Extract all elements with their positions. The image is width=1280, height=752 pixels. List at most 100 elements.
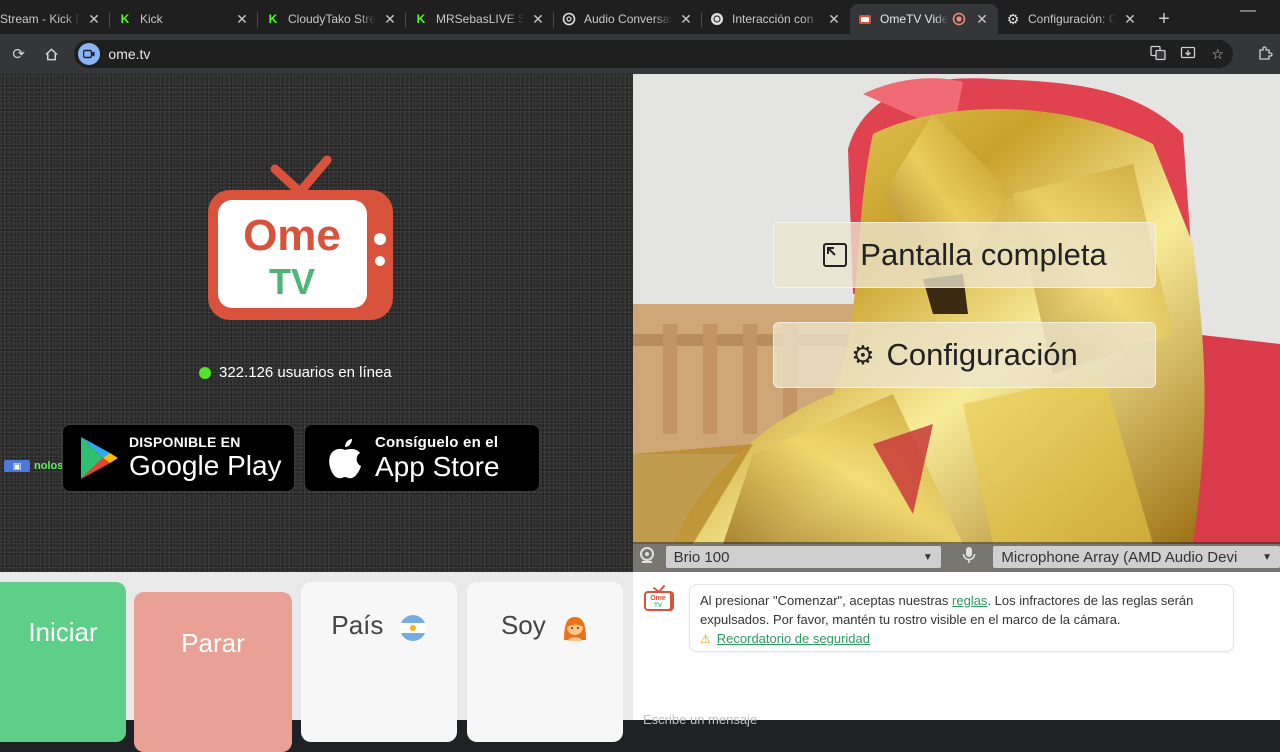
recording-icon — [952, 12, 966, 26]
online-count: 322.126 usuarios en línea — [199, 364, 392, 381]
app-store-badge[interactable]: Consíguelo en el App Store — [304, 424, 540, 492]
extensions-puzzle-icon[interactable] — [1251, 39, 1280, 69]
ometv-chat-avatar-icon: Ome TV — [644, 585, 674, 611]
logo-tv-text: TV — [269, 261, 315, 302]
tab-audio-conversation[interactable]: Audio Conversat ✕ — [554, 4, 702, 34]
close-icon[interactable]: ✕ — [86, 11, 102, 28]
fullscreen-icon — [823, 243, 848, 267]
openai-icon — [562, 12, 576, 26]
tab-interaccion[interactable]: Interacción con ✕ — [702, 4, 850, 34]
ometv-logo: Ome TV — [208, 155, 393, 320]
app-store-small-text: Consíguelo en el — [375, 433, 499, 451]
gear-icon: ⚙ — [1006, 10, 1020, 27]
reload-icon[interactable]: ⟳ — [4, 39, 33, 69]
camera-select-value: Brio 100 — [673, 548, 730, 566]
tab-ometv[interactable]: OmeTV Vide ✕ — [850, 4, 998, 34]
site-info-icon[interactable] — [78, 43, 101, 65]
online-status-dot — [199, 366, 211, 379]
start-label: Iniciar — [28, 616, 98, 647]
online-count-text: 322.126 usuarios en línea — [219, 364, 392, 381]
tab-mrsebaslive[interactable]: K MRSebasLIVE St ✕ — [406, 4, 554, 34]
logo-ome-text: Ome — [243, 211, 341, 260]
rules-text-before: Al presionar "Comenzar", aceptas nuestra… — [700, 593, 953, 608]
tab-title: Stream - Kick Da — [0, 12, 80, 26]
browser-toolbar: ⟳ ome.tv ☆ — [0, 34, 1280, 74]
device-selector-bar: Brio 100 ▼ Microphone Array (AMD Audio D… — [633, 542, 1280, 572]
fullscreen-button[interactable]: Pantalla completa — [773, 222, 1156, 288]
tab-configuracion[interactable]: ⚙ Configuración: C ✕ — [998, 4, 1146, 34]
tab-title: Audio Conversat — [584, 12, 672, 26]
badge-icon: ▣ — [4, 460, 30, 472]
close-icon[interactable]: ✕ — [974, 11, 990, 28]
tab-title: Kick — [140, 12, 163, 26]
microphone-select[interactable]: Microphone Array (AMD Audio Devi ▼ — [993, 546, 1280, 568]
partner-video-area: Ome TV 322.126 usuarios en línea ▣ nolos… — [0, 74, 633, 572]
settings-label: Configuración — [886, 337, 1078, 372]
country-label: País — [331, 610, 384, 641]
gender-label: Soy — [500, 610, 546, 641]
chat-logo-ome-text: Ome — [650, 595, 666, 602]
tab-title: Configuración: C — [1028, 12, 1116, 26]
tab-title: MRSebasLIVE St — [436, 12, 524, 26]
tab-title: Interacción con — [732, 12, 814, 26]
apple-icon — [329, 439, 361, 479]
url-text[interactable]: ome.tv — [108, 46, 1142, 62]
close-icon[interactable]: ✕ — [382, 11, 398, 28]
stop-button[interactable]: Parar — [134, 592, 292, 752]
google-play-badge[interactable]: DISPONIBLE EN Google Play — [62, 424, 295, 492]
ometv-icon — [858, 12, 872, 26]
install-app-icon[interactable] — [1173, 45, 1203, 64]
chat-logo-tv-text: TV — [654, 603, 662, 609]
new-tab-button[interactable]: + — [1146, 4, 1182, 34]
browser-tab-strip: Stream - Kick Da ✕ K Kick ✕ K CloudyTako… — [0, 0, 1280, 34]
chevron-down-icon: ▼ — [922, 551, 933, 563]
argentina-flag-icon — [399, 614, 426, 641]
chevron-down-icon: ▼ — [1262, 551, 1272, 563]
minimize-window-icon[interactable]: — — [1240, 2, 1256, 20]
google-play-text: DISPONIBLE EN Google Play — [129, 434, 282, 482]
tab-kick-dashboard[interactable]: Stream - Kick Da ✕ — [0, 4, 110, 34]
gear-icon: ⚙ — [851, 339, 875, 370]
microphone-select-value: Microphone Array (AMD Audio Devi — [1001, 548, 1238, 566]
country-filter-button[interactable]: País — [301, 582, 457, 742]
camera-feed-image — [633, 74, 1280, 544]
settings-button[interactable]: ⚙ Configuración — [773, 322, 1156, 388]
google-play-icon — [81, 437, 118, 479]
google-play-big-text: Google Play — [129, 450, 282, 481]
kick-icon: K — [268, 12, 278, 26]
tab-cloudytako[interactable]: K CloudyTako Strea ✕ — [258, 4, 406, 34]
bookmark-star-icon[interactable]: ☆ — [1203, 46, 1233, 63]
system-message: Al presionar "Comenzar", aceptas nuestra… — [689, 584, 1234, 652]
translate-icon[interactable] — [1143, 45, 1173, 64]
rules-link[interactable]: reglas — [952, 593, 987, 608]
close-icon[interactable]: ✕ — [530, 11, 546, 28]
microphone-icon — [955, 546, 984, 568]
chat-panel: Ome TV Al presionar "Comenzar", aceptas … — [633, 572, 1280, 727]
gender-select-button[interactable]: Soy — [467, 582, 623, 742]
address-bar[interactable]: ome.tv ☆ — [74, 40, 1233, 68]
tab-title: CloudyTako Strea — [288, 12, 376, 26]
warning-icon: ⚠ — [700, 632, 711, 646]
self-camera-area: Pantalla completa ⚙ Configuración Brio 1… — [633, 74, 1280, 572]
kick-icon: K — [416, 12, 426, 26]
webcam-icon — [633, 546, 662, 568]
start-button[interactable]: Iniciar — [0, 582, 126, 742]
app-store-big-text: App Store — [375, 450, 500, 482]
kick-icon: K — [120, 12, 130, 26]
google-play-small-text: DISPONIBLE EN — [129, 434, 241, 450]
close-icon[interactable]: ✕ — [1122, 11, 1138, 28]
close-icon[interactable]: ✕ — [826, 11, 842, 28]
camera-select[interactable]: Brio 100 ▼ — [665, 546, 941, 568]
openai-icon — [710, 12, 724, 26]
chat-controls: Iniciar Parar País Soy — [0, 572, 633, 752]
woman-emoji-icon — [564, 616, 587, 641]
tab-title: OmeTV Vide — [880, 12, 948, 26]
fullscreen-label: Pantalla completa — [860, 237, 1107, 272]
tab-kick[interactable]: K Kick ✕ — [110, 4, 258, 34]
home-icon[interactable] — [37, 39, 66, 69]
safety-reminder-link[interactable]: Recordatorio de seguridad — [717, 631, 870, 646]
close-icon[interactable]: ✕ — [234, 11, 250, 28]
app-store-text: Consíguelo en el App Store — [375, 434, 500, 483]
stop-label: Parar — [181, 627, 245, 658]
close-icon[interactable]: ✕ — [678, 11, 694, 28]
